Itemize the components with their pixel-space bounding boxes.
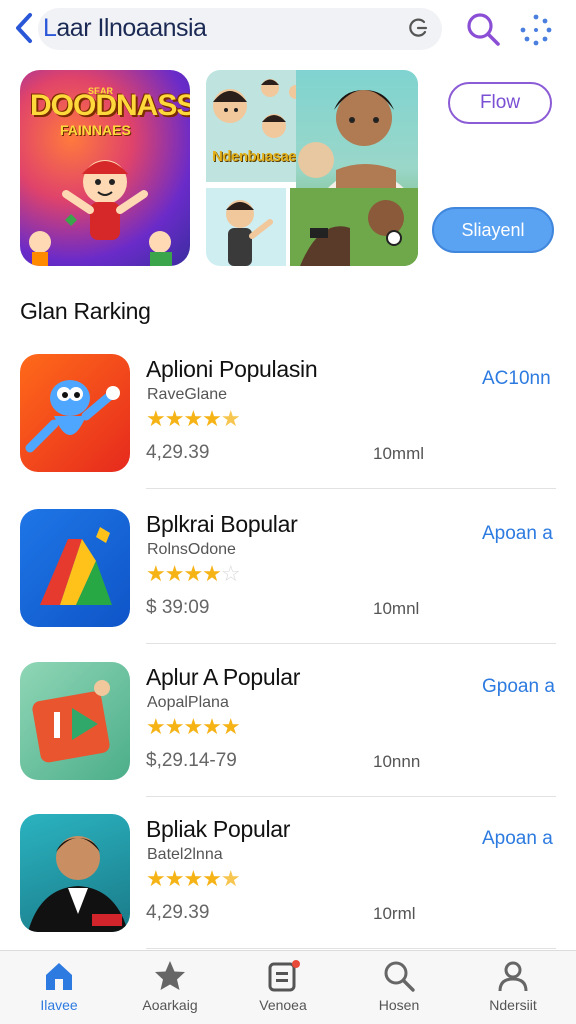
play-card-icon (32, 680, 110, 763)
stars-filled: ★★★★ (146, 866, 222, 891)
updates-icon (268, 960, 300, 992)
tab-label: Ilavee (40, 997, 78, 1013)
star-rating: ★★★★★ (146, 406, 241, 432)
row-divider (146, 948, 556, 949)
friends-photo (290, 188, 418, 266)
loading-icon[interactable] (518, 12, 554, 48)
app-action-link[interactable]: Gpoan a (482, 676, 555, 698)
app-price: $ 39:09 (146, 597, 210, 618)
page-title: Laar Ilnoaansia (43, 14, 207, 43)
app-list-item[interactable]: Aplioni Populasin RaveGlane ★★★★★ 4,29.3… (0, 354, 576, 504)
app-list-item[interactable]: Bplkrai Bopular RolnsOdone ★★★★☆ $ 39:09… (0, 509, 576, 659)
blue-mascot-icon (25, 380, 120, 453)
featured-collage[interactable]: Ndenbuasae (206, 70, 418, 266)
back-button[interactable] (10, 10, 38, 46)
app-size: 10nnn (373, 752, 421, 771)
row-divider (146, 796, 556, 797)
app-name: Aplioni Populasin (146, 356, 318, 382)
collage-boy-panel (206, 188, 286, 266)
tab-label: Ndersiit (489, 997, 537, 1013)
app-price: 4,29.39 (146, 902, 210, 923)
app-developer: Batel2lnna (147, 846, 223, 863)
page-title-rest: aar Ilnoaansia (56, 14, 207, 42)
star-rating: ★★★★★ (146, 866, 241, 892)
app-action-link[interactable]: Apoan a (482, 828, 553, 850)
tab-profile[interactable]: Ndersiit (463, 959, 563, 1021)
profile-icon (498, 961, 528, 992)
stars-filled: ★★★★ (146, 406, 222, 431)
stars-filled: ★★★★ (146, 561, 222, 586)
tab-label: Venoea (259, 997, 307, 1013)
tab-label: Aoarkaig (142, 997, 198, 1013)
collage-friends-panel (290, 188, 418, 266)
collage-cartoon-panel: Ndenbuasae (206, 70, 304, 182)
app-developer: RaveGlane (147, 386, 228, 403)
app-action-link[interactable]: Apoan a (482, 523, 553, 545)
app-price: $,29.14-79 (146, 750, 237, 771)
app-icon-play (20, 662, 130, 780)
featured-game-banner[interactable]: SEAR DOODNASS1 FAINNAES (20, 70, 190, 266)
app-name: Bplkrai Bopular (146, 511, 298, 537)
app-price: 4,29.39 (146, 442, 210, 463)
app-list-item[interactable]: Bpliak Popular Batel2lnna ★★★★★ 4,29.39 … (0, 814, 576, 964)
man-portrait-icon (28, 836, 128, 932)
refresh-icon[interactable] (404, 14, 432, 42)
app-size: 10mnl (373, 599, 420, 618)
stars-remaining: ★ (220, 866, 241, 891)
stars-remaining: ☆ (220, 561, 241, 586)
row-divider (146, 643, 556, 644)
bottom-tab-bar: Ilavee Aoarkaig Venoea Hosen Ndersiit (0, 950, 576, 1024)
tab-updates[interactable]: Venoea (233, 959, 333, 1021)
share-button[interactable]: Sliayenl (432, 207, 554, 253)
flow-button[interactable]: Flow (448, 82, 552, 124)
cartoon-boy-illustration (226, 200, 273, 266)
app-list-item[interactable]: Aplur A Popular AopalPlana ★★★★★ $,29.14… (0, 662, 576, 812)
row-divider (146, 488, 556, 489)
colorful-a-icon (40, 527, 112, 605)
app-size: 10rml (373, 904, 416, 923)
top-bar: Laar Ilnoaansia (0, 0, 576, 60)
search-icon (384, 961, 415, 992)
star-rating: ★★★★☆ (146, 561, 241, 587)
app-developer: RolnsOdone (147, 541, 236, 558)
tab-search[interactable]: Hosen (349, 959, 449, 1021)
app-name: Aplur A Popular (146, 664, 301, 690)
tab-ranking[interactable]: Aoarkaig (120, 959, 220, 1021)
collage-label: Ndenbuasae (212, 148, 297, 165)
tab-label: Hosen (378, 997, 420, 1013)
page-title-lead: L (43, 14, 57, 42)
app-name: Bpliak Popular (146, 816, 291, 842)
app-icon-mascot (20, 354, 130, 472)
cartoon-character-illustration (29, 160, 172, 266)
app-icon-portrait (20, 814, 130, 932)
app-developer: AopalPlana (147, 694, 229, 711)
app-icon-letter (20, 509, 130, 627)
section-title: Glan Rarking (20, 298, 151, 324)
stars-filled: ★★★★★ (146, 714, 241, 739)
chevron-left-icon (16, 13, 32, 43)
star-rating: ★★★★★ (146, 714, 241, 740)
app-action-link[interactable]: AC10nn (482, 368, 551, 390)
app-size: 10mml (373, 444, 425, 463)
stars-remaining: ★ (220, 406, 241, 431)
tab-home[interactable]: Ilavee (9, 959, 109, 1021)
notification-badge (292, 960, 300, 968)
star-icon (155, 961, 185, 990)
cartoon-faces-illustration (213, 79, 303, 138)
search-icon[interactable] (464, 10, 502, 48)
home-icon (46, 963, 72, 990)
